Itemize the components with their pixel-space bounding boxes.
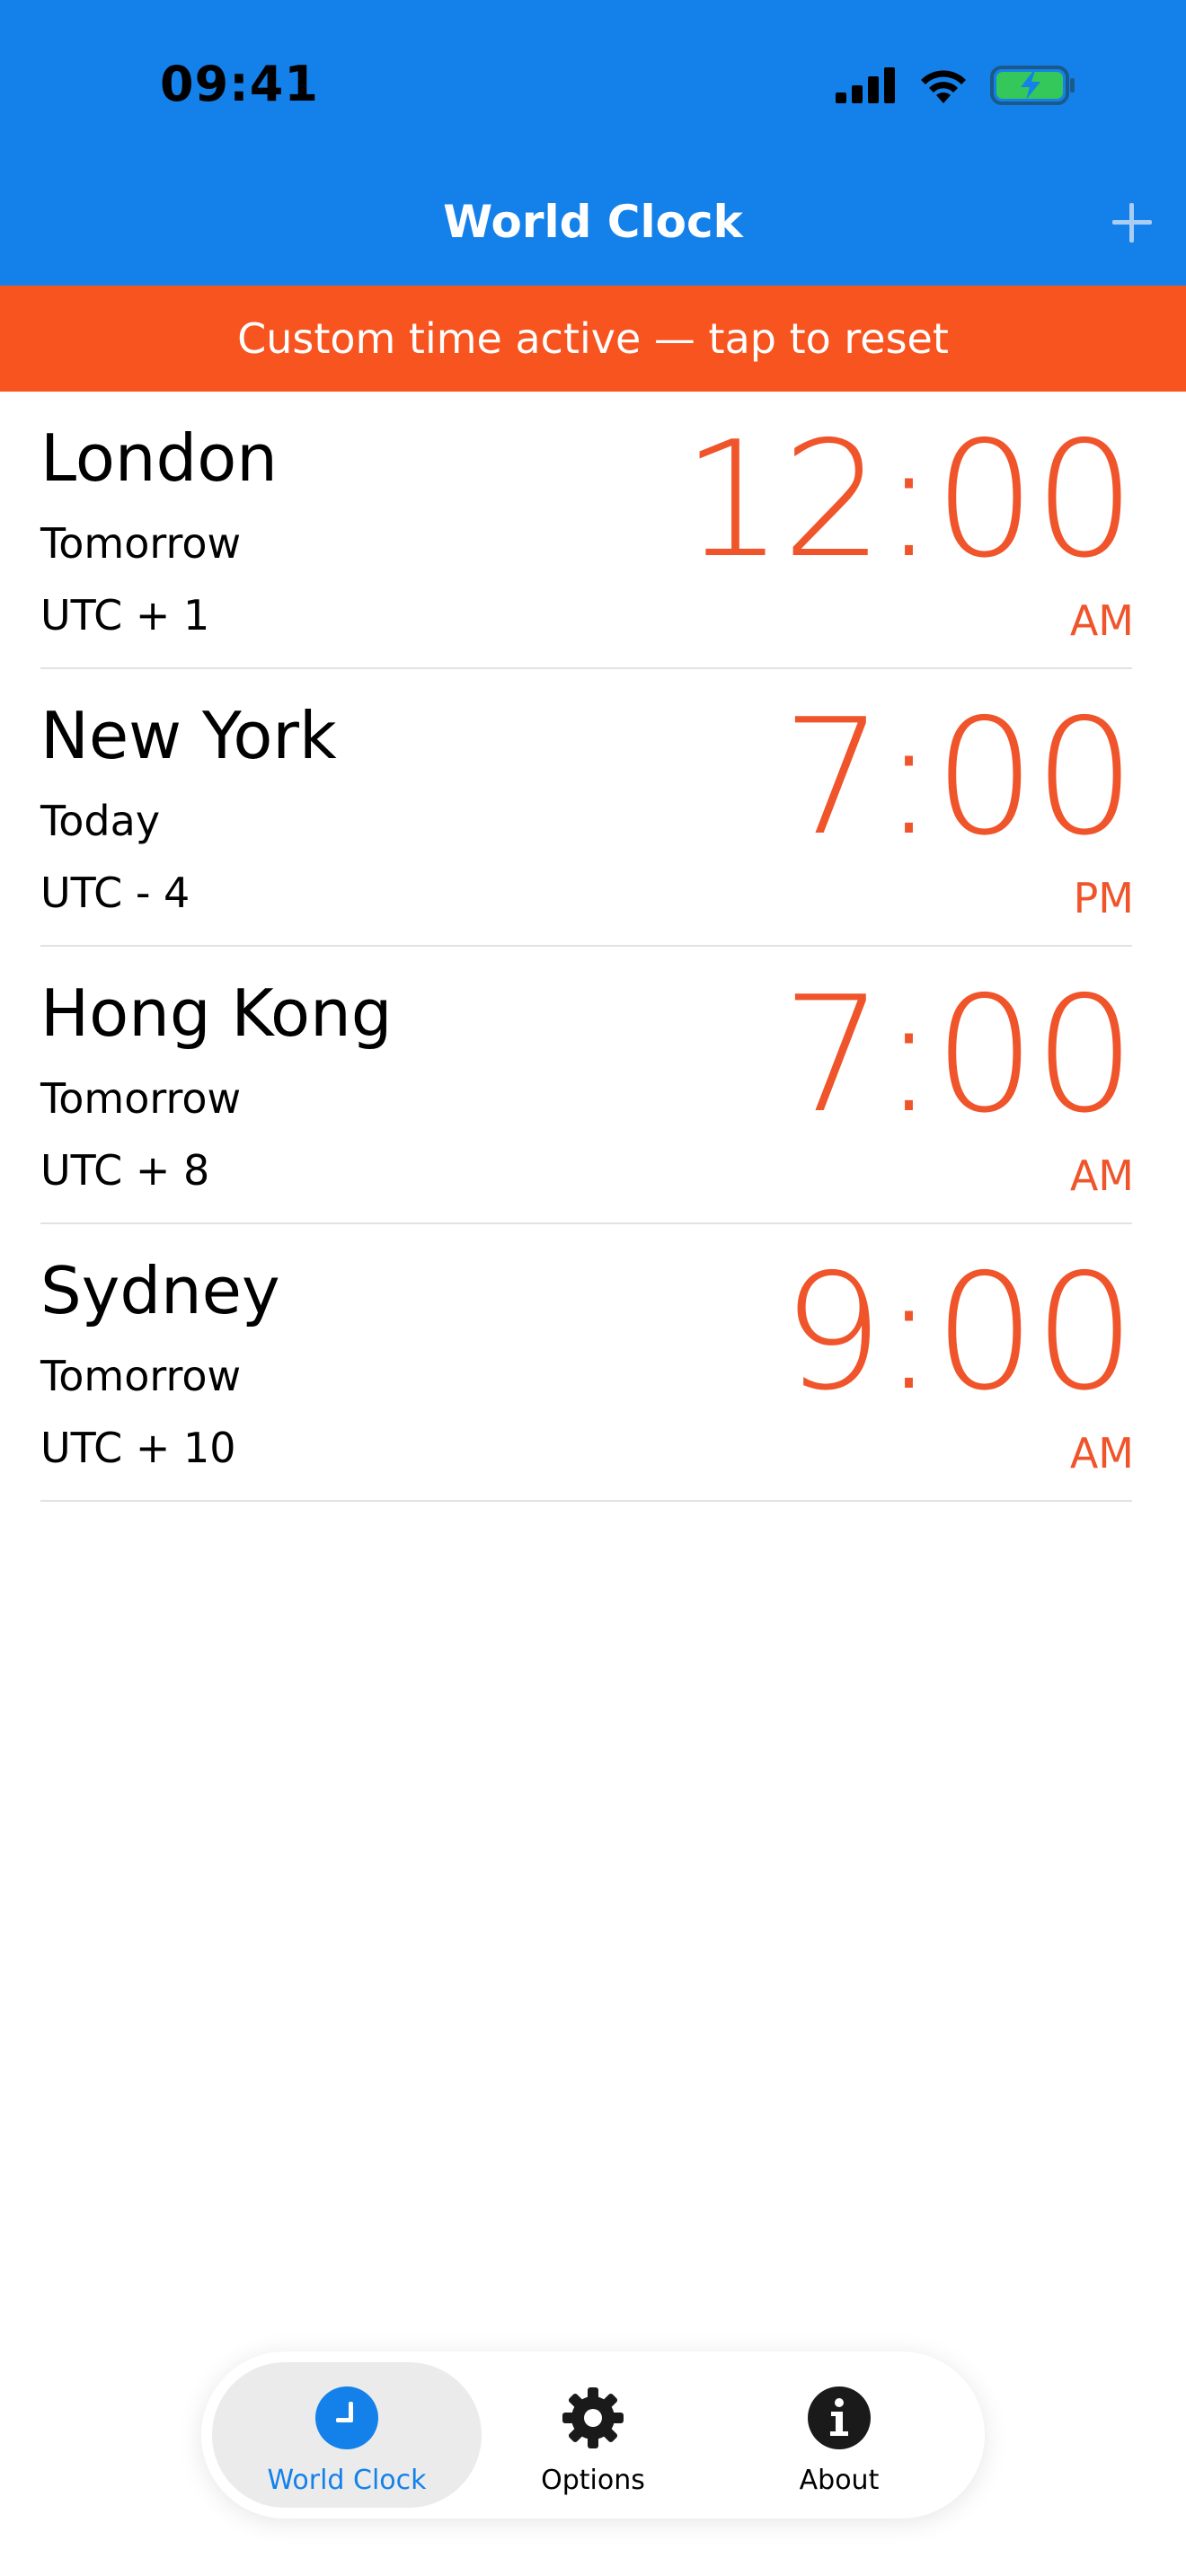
tab-world-clock[interactable]: World Clock bbox=[212, 2362, 482, 2508]
tab-label: About bbox=[799, 2465, 880, 2496]
clock-time: 9:00 bbox=[782, 1239, 1136, 1425]
clock-time: 12:00 bbox=[682, 407, 1136, 593]
am-pm-label: PM bbox=[1073, 874, 1134, 922]
info-icon bbox=[808, 2386, 871, 2449]
am-pm-label: AM bbox=[1069, 1429, 1134, 1478]
clock-time: 7:00 bbox=[782, 962, 1136, 1148]
gear-icon bbox=[562, 2387, 624, 2448]
cellular-signal-icon bbox=[836, 67, 895, 103]
clock-list: London Tomorrow UTC + 1 12:00 AM New Yor… bbox=[0, 392, 1186, 1502]
relative-day: Tomorrow bbox=[40, 519, 242, 568]
relative-day: Tomorrow bbox=[40, 1074, 242, 1123]
status-time: 09:41 bbox=[160, 56, 319, 112]
utc-offset: UTC + 8 bbox=[40, 1146, 210, 1195]
utc-offset: UTC + 1 bbox=[40, 591, 210, 640]
utc-offset: UTC + 10 bbox=[40, 1424, 236, 1472]
relative-day: Tomorrow bbox=[40, 1352, 242, 1400]
city-name: Hong Kong bbox=[40, 975, 393, 1051]
city-name: New York bbox=[40, 698, 337, 773]
plus-icon bbox=[1112, 203, 1152, 243]
custom-time-reset-banner[interactable]: Custom time active — tap to reset bbox=[0, 286, 1186, 392]
am-pm-label: AM bbox=[1069, 1151, 1134, 1200]
tab-label: Options bbox=[541, 2465, 645, 2496]
am-pm-label: AM bbox=[1069, 596, 1134, 645]
clock-row-new-york[interactable]: New York Today UTC - 4 7:00 PM bbox=[40, 669, 1136, 947]
wifi-icon bbox=[921, 70, 966, 103]
city-name: London bbox=[40, 420, 278, 496]
battery-charging-icon bbox=[990, 66, 1075, 105]
relative-day: Today bbox=[40, 797, 161, 845]
utc-offset: UTC - 4 bbox=[40, 869, 190, 917]
tab-about[interactable]: About bbox=[704, 2362, 974, 2508]
clock-time: 7:00 bbox=[782, 684, 1136, 870]
tab-label: World Clock bbox=[267, 2465, 427, 2496]
clock-row-sydney[interactable]: Sydney Tomorrow UTC + 10 9:00 AM bbox=[40, 1224, 1136, 1502]
city-name: Sydney bbox=[40, 1253, 280, 1328]
clock-row-london[interactable]: London Tomorrow UTC + 1 12:00 AM bbox=[40, 392, 1136, 669]
add-clock-button[interactable] bbox=[1107, 198, 1157, 248]
tab-options[interactable]: Options bbox=[458, 2362, 728, 2508]
status-icons bbox=[836, 63, 1076, 108]
app-header: 09:41 World Clock bbox=[0, 0, 1186, 286]
clock-icon bbox=[315, 2386, 378, 2449]
tab-bar: World Clock Options About bbox=[201, 2351, 985, 2519]
page-title: World Clock bbox=[443, 196, 743, 248]
clock-row-hong-kong[interactable]: Hong Kong Tomorrow UTC + 8 7:00 AM bbox=[40, 947, 1136, 1224]
